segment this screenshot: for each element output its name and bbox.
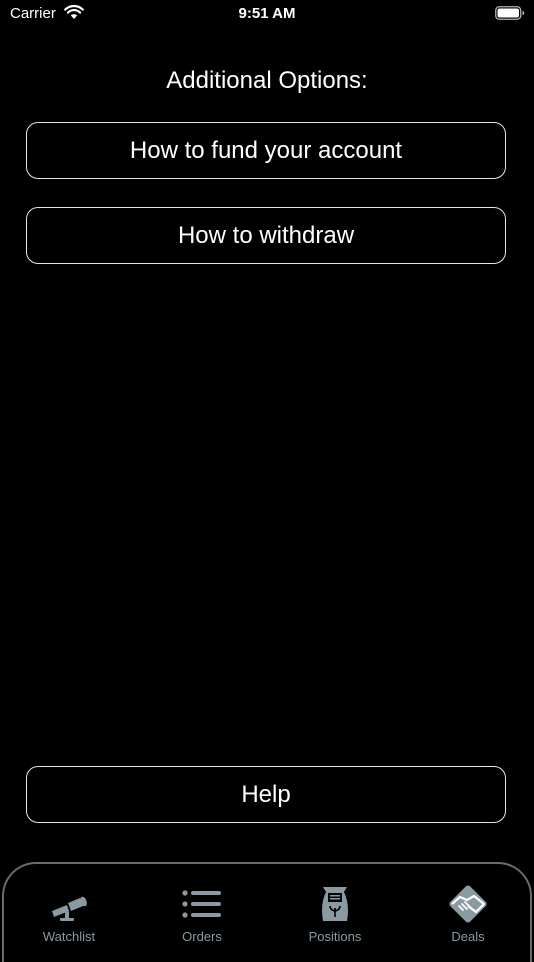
seed-bag-icon: [322, 887, 348, 921]
status-time: 9:51 AM: [238, 5, 296, 22]
tab-positions-label: Positions: [308, 929, 362, 944]
tab-watchlist[interactable]: Watchlist: [9, 884, 129, 954]
withdraw-button[interactable]: How to withdraw: [26, 207, 506, 264]
tab-orders[interactable]: Orders: [142, 884, 262, 954]
tab-deals[interactable]: Deals: [408, 884, 528, 954]
tab-orders-label: Orders: [182, 929, 222, 944]
handshake-icon: [449, 885, 487, 923]
section-title: Additional Options:: [166, 67, 368, 94]
tab-bar: Watchlist Orders Positions Deals: [2, 862, 532, 962]
tab-deals-label: Deals: [451, 929, 485, 944]
fund-account-button[interactable]: How to fund your account: [26, 122, 506, 179]
help-button[interactable]: Help: [26, 766, 506, 823]
tab-watchlist-label: Watchlist: [42, 929, 96, 944]
list-icon: [182, 890, 221, 918]
battery-icon: [495, 6, 525, 20]
tab-positions[interactable]: Positions: [275, 884, 395, 954]
spyglass-icon: [52, 896, 87, 921]
status-bar: Carrier 9:51 AM: [0, 0, 534, 28]
